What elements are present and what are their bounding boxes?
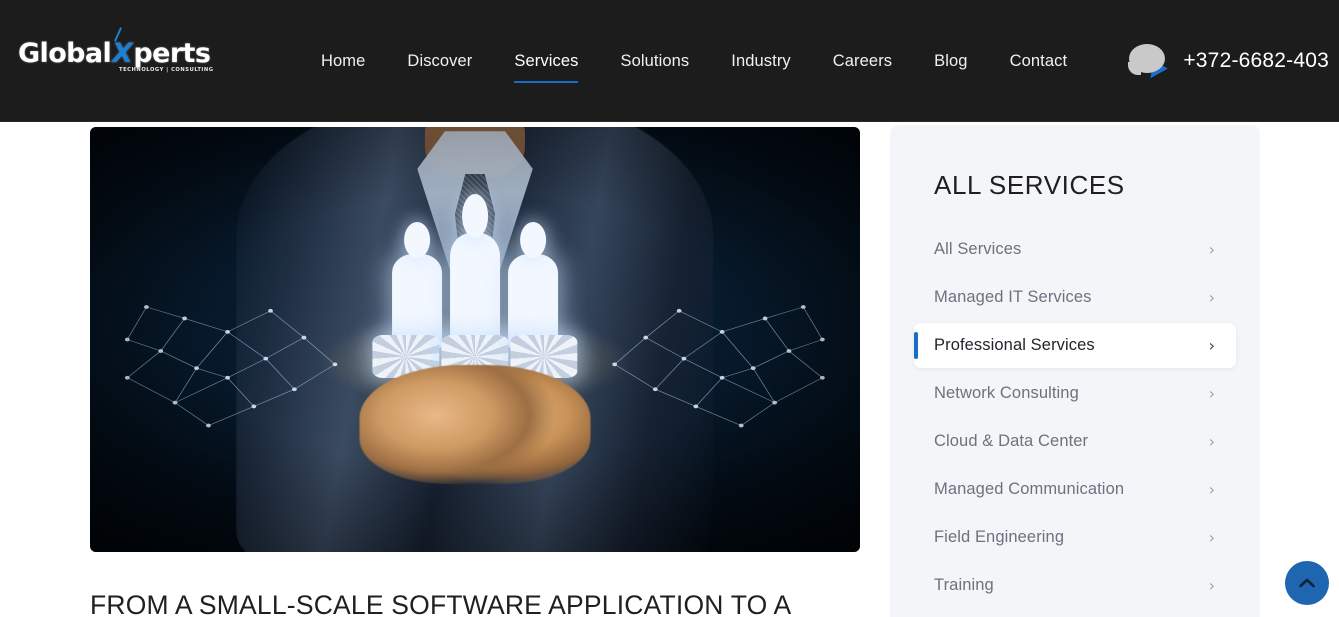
sidebar-item-label: Network Consulting xyxy=(934,384,1079,403)
site-logo[interactable]: GlobalXperts TECHNOLOGY | CONSULTING xyxy=(18,40,204,86)
sidebar-item-field-engineering[interactable]: Field Engineering › xyxy=(914,515,1236,560)
chevron-right-icon: › xyxy=(1209,242,1215,258)
network-constellation-left-icon xyxy=(113,263,352,454)
nav-item-industry[interactable]: Industry xyxy=(710,45,812,78)
hero-person-icon xyxy=(508,254,558,348)
nav-item-careers[interactable]: Careers xyxy=(812,45,913,78)
hero-person-icon xyxy=(392,254,442,348)
sidebar-item-network-consulting[interactable]: Network Consulting › xyxy=(914,371,1236,416)
logo-text-after: perts xyxy=(133,38,210,69)
article-column: FROM A SMALL-SCALE SOFTWARE APPLICATION … xyxy=(90,127,860,617)
sidebar-item-label: Cloud & Data Center xyxy=(934,432,1088,451)
sidebar-item-label: Managed IT Services xyxy=(934,288,1092,307)
chevron-right-icon: › xyxy=(1209,338,1215,354)
site-header: GlobalXperts TECHNOLOGY | CONSULTING Hom… xyxy=(0,0,1339,122)
sidebar-item-all-services[interactable]: All Services › xyxy=(914,227,1236,272)
sidebar-item-label: Training xyxy=(934,576,994,595)
chevron-right-icon: › xyxy=(1209,578,1215,594)
nav-item-services[interactable]: Services xyxy=(493,45,599,78)
main-navigation: Home Discover Services Solutions Industr… xyxy=(300,0,1088,122)
sidebar-item-label: Field Engineering xyxy=(934,528,1064,547)
sidebar-item-managed-it-services[interactable]: Managed IT Services › xyxy=(914,275,1236,320)
sidebar-item-managed-communication[interactable]: Managed Communication › xyxy=(914,467,1236,512)
sidebar-item-training[interactable]: Training › xyxy=(914,563,1236,608)
nav-item-blog[interactable]: Blog xyxy=(913,45,988,78)
sidebar-item-label: Managed Communication xyxy=(934,480,1124,499)
chevron-right-icon: › xyxy=(1209,482,1215,498)
hero-hands-shape xyxy=(360,365,591,484)
nav-item-solutions[interactable]: Solutions xyxy=(599,45,710,78)
header-contact: +372-6682-403 xyxy=(1127,0,1329,122)
nav-item-discover[interactable]: Discover xyxy=(386,45,493,78)
nav-item-contact[interactable]: Contact xyxy=(989,45,1089,78)
chat-bubble-icon[interactable] xyxy=(1127,44,1169,78)
page-title: FROM A SMALL-SCALE SOFTWARE APPLICATION … xyxy=(90,588,860,617)
chat-bubble-notch xyxy=(1128,62,1141,75)
chevron-right-icon: › xyxy=(1209,290,1215,306)
hero-image xyxy=(90,127,860,552)
nav-item-home[interactable]: Home xyxy=(300,45,386,78)
hero-person-icon xyxy=(450,233,500,348)
sidebar-item-label: All Services xyxy=(934,240,1021,259)
network-constellation-right-icon xyxy=(598,263,837,454)
sidebar-item-cloud-and-data-center[interactable]: Cloud & Data Center › xyxy=(914,419,1236,464)
sidebar-item-label: Professional Services xyxy=(934,336,1095,355)
sidebar-item-professional-services[interactable]: Professional Services › xyxy=(914,323,1236,368)
services-sidebar: ALL SERVICES All Services › Managed IT S… xyxy=(890,125,1260,617)
services-list: All Services › Managed IT Services › Pro… xyxy=(890,227,1260,608)
chevron-right-icon: › xyxy=(1209,386,1215,402)
logo-text-before: Global xyxy=(18,38,111,69)
phone-number[interactable]: +372-6682-403 xyxy=(1183,49,1329,73)
hero-people-icons xyxy=(371,233,579,348)
sidebar-heading: ALL SERVICES xyxy=(934,170,1260,201)
page-body: FROM A SMALL-SCALE SOFTWARE APPLICATION … xyxy=(0,122,1339,617)
logo-tagline: TECHNOLOGY | CONSULTING xyxy=(119,67,214,73)
scroll-to-top-button[interactable] xyxy=(1285,561,1329,605)
logo-accent-letter: X xyxy=(111,38,133,69)
chevron-up-icon xyxy=(1299,578,1315,588)
logo-wordmark: GlobalXperts xyxy=(18,40,204,67)
chevron-right-icon: › xyxy=(1209,434,1215,450)
chevron-right-icon: › xyxy=(1209,530,1215,546)
